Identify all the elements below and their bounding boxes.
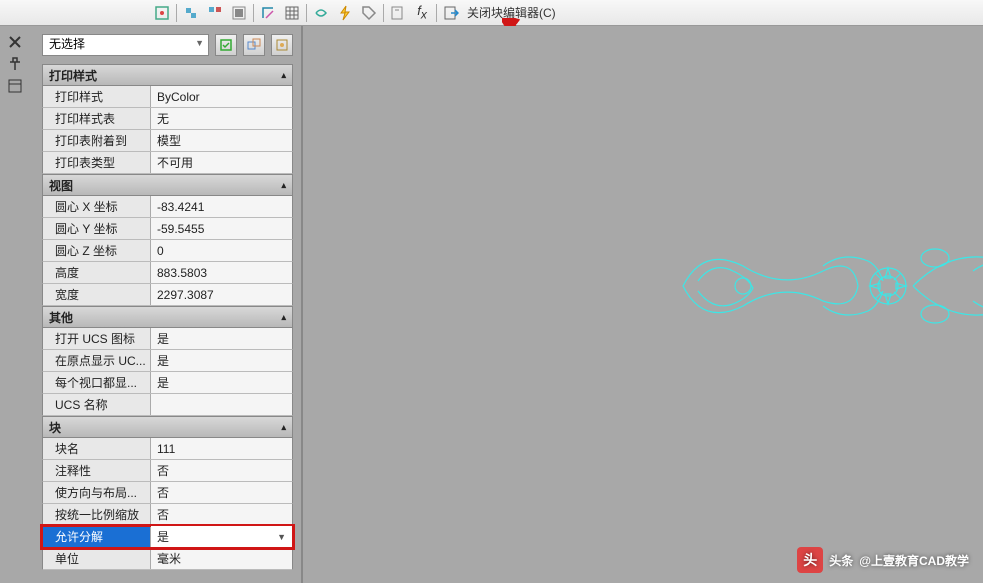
prop-row[interactable]: 打印表附着到模型	[42, 130, 293, 152]
tool-icon-3[interactable]	[205, 3, 225, 23]
watermark-logo-icon: 头	[797, 547, 823, 573]
section-view[interactable]: 视图▴	[42, 174, 293, 196]
tool-icon-4[interactable]	[229, 3, 249, 23]
selection-dropdown[interactable]: 无选择	[42, 34, 209, 56]
select-button-3[interactable]	[271, 34, 293, 56]
properties-panel: 无选择 打印样式▴ 打印样式ByColor 打印样式表无 打印表附着到模型 打印…	[0, 26, 303, 583]
section-block[interactable]: 块▴	[42, 416, 293, 438]
tool-icon-7[interactable]	[388, 3, 408, 23]
lightning-icon[interactable]	[335, 3, 355, 23]
prop-row[interactable]: 圆心 Y 坐标-59.5455	[42, 218, 293, 240]
exit-icon[interactable]	[441, 3, 461, 23]
prop-row[interactable]: 按统一比例缩放否	[42, 504, 293, 526]
selection-value: 无选择	[49, 37, 85, 51]
section-print-style[interactable]: 打印样式▴	[42, 64, 293, 86]
drawing-ornament	[673, 216, 983, 356]
prop-row[interactable]: 单位毫米	[42, 548, 293, 570]
watermark-prefix: 头条	[829, 552, 853, 569]
prop-row[interactable]: 圆心 X 坐标-83.4241	[42, 196, 293, 218]
watermark-text: @上壹教育CAD教学	[859, 552, 969, 569]
prop-row[interactable]: 打印样式表无	[42, 108, 293, 130]
prop-row[interactable]: 打开 UCS 图标是	[42, 328, 293, 350]
prop-row[interactable]: 宽度2297.3087	[42, 284, 293, 306]
prop-row[interactable]: 打印表类型不可用	[42, 152, 293, 174]
tag-icon[interactable]	[359, 3, 379, 23]
panel-menu-icon[interactable]	[7, 78, 23, 94]
table-icon[interactable]	[282, 3, 302, 23]
prop-row[interactable]: 注释性否	[42, 460, 293, 482]
prop-row-allow-explode[interactable]: 允许分解是	[42, 526, 293, 548]
close-panel-icon[interactable]	[7, 34, 23, 50]
main-toolbar: fx 关闭块编辑器(C)	[0, 0, 983, 26]
drawing-canvas[interactable]: Y X	[303, 26, 983, 583]
prop-row[interactable]: 使方向与布局...否	[42, 482, 293, 504]
prop-row[interactable]: 每个视口都显...是	[42, 372, 293, 394]
prop-row[interactable]: 块名111	[42, 438, 293, 460]
select-button-2[interactable]	[243, 34, 265, 56]
quick-select-button[interactable]	[215, 34, 237, 56]
prop-row[interactable]: 打印样式ByColor	[42, 86, 293, 108]
watermark: 头 头条 @上壹教育CAD教学	[797, 547, 969, 573]
prop-row[interactable]: 在原点显示 UC...是	[42, 350, 293, 372]
tool-icon-2[interactable]	[181, 3, 201, 23]
tool-icon-1[interactable]	[152, 3, 172, 23]
section-other[interactable]: 其他▴	[42, 306, 293, 328]
pin-icon[interactable]	[7, 56, 23, 72]
prop-row[interactable]: 高度883.5803	[42, 262, 293, 284]
tool-icon-5[interactable]	[258, 3, 278, 23]
prop-row[interactable]: 圆心 Z 坐标0	[42, 240, 293, 262]
fx-icon[interactable]: fx	[412, 3, 432, 23]
prop-row[interactable]: UCS 名称	[42, 394, 293, 416]
tool-icon-6[interactable]	[311, 3, 331, 23]
